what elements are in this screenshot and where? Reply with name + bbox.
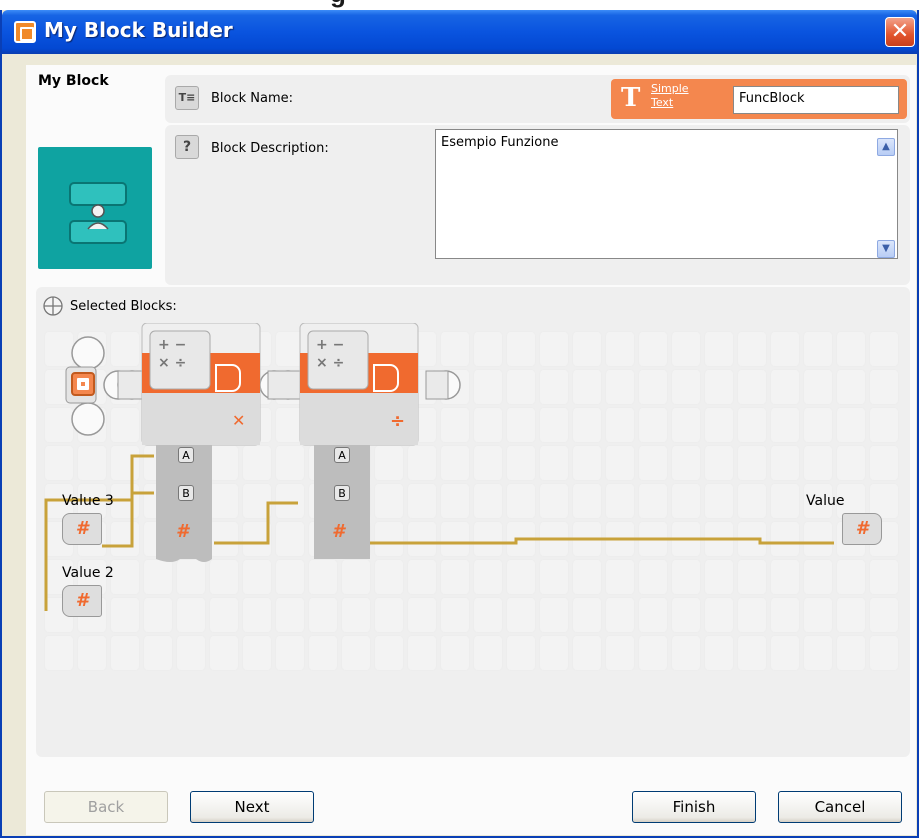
cutoff-page-heading: g bbox=[330, 0, 346, 9]
next-button[interactable]: Next bbox=[190, 791, 314, 823]
port-b-2[interactable]: B bbox=[334, 485, 350, 501]
selected-blocks-label: Selected Blocks: bbox=[70, 299, 177, 314]
scroll-down-arrow-icon[interactable]: ▼ bbox=[877, 240, 895, 258]
simple-text-link-line1: Simple bbox=[651, 82, 689, 95]
close-button[interactable]: ✕ bbox=[885, 17, 915, 47]
value-2-block[interactable]: # bbox=[62, 585, 102, 617]
start-block bbox=[71, 372, 95, 396]
my-block-preview bbox=[38, 147, 152, 269]
scroll-up-arrow-icon[interactable]: ▲ bbox=[877, 138, 895, 156]
block-name-input[interactable]: FuncBlock bbox=[733, 86, 899, 114]
value-2-label: Value 2 bbox=[62, 565, 114, 581]
math1-bottom-symbols: × ÷ bbox=[158, 355, 187, 371]
value-3-block[interactable]: # bbox=[62, 513, 102, 545]
block-name-panel: T≡ Block Name: T Simple Text FuncBlock bbox=[165, 75, 910, 123]
block-name-label: Block Name: bbox=[211, 91, 294, 106]
selected-blocks-panel: Selected Blocks: + − × ÷ ✕ + − × ÷ ÷ A B… bbox=[36, 287, 910, 757]
name-tag-icon: T≡ bbox=[175, 86, 199, 110]
cancel-button[interactable]: Cancel bbox=[778, 791, 902, 823]
simple-text-link-line2: Text bbox=[651, 96, 674, 109]
program-canvas[interactable]: + − × ÷ ✕ + − × ÷ ÷ A B # A B # Value 3 … bbox=[36, 323, 910, 755]
my-block-builder-window: My Block Builder ✕ My Block T≡ Block Nam… bbox=[0, 10, 919, 838]
port-b-1[interactable]: B bbox=[178, 485, 194, 501]
port-result-1[interactable]: # bbox=[176, 521, 189, 542]
dialog-content: My Block T≡ Block Name: T Simple Text Fu… bbox=[26, 65, 916, 835]
simple-text-selector: T Simple Text FuncBlock bbox=[611, 79, 907, 119]
port-a-2[interactable]: A bbox=[334, 447, 350, 463]
value-output-block[interactable]: # bbox=[842, 513, 882, 545]
port-result-2[interactable]: # bbox=[332, 521, 345, 542]
port-a-1[interactable]: A bbox=[178, 447, 194, 463]
block-description-label: Block Description: bbox=[211, 141, 329, 156]
divide-operator-icon: ÷ bbox=[390, 411, 406, 432]
math2-bottom-symbols: × ÷ bbox=[316, 355, 345, 371]
simple-text-link[interactable]: Simple Text bbox=[651, 82, 689, 110]
math1-top-symbols: + − bbox=[158, 337, 187, 353]
multiply-operator-icon: ✕ bbox=[232, 411, 246, 430]
my-block-icon bbox=[69, 182, 127, 244]
my-block-heading: My Block bbox=[38, 73, 109, 89]
my-block-window-icon bbox=[14, 21, 36, 43]
question-mark-icon: ? bbox=[175, 135, 199, 159]
value-3-label: Value 3 bbox=[62, 493, 114, 509]
crosshair-icon bbox=[43, 296, 63, 316]
block-description-textarea[interactable]: Esempio Funzione bbox=[435, 129, 898, 259]
block-diagram bbox=[44, 323, 834, 611]
finish-button[interactable]: Finish bbox=[632, 791, 756, 823]
back-button[interactable]: Back bbox=[44, 791, 168, 823]
math2-top-symbols: + − bbox=[316, 337, 345, 353]
value-output-label: Value bbox=[806, 493, 845, 509]
simple-text-icon: T bbox=[621, 83, 641, 113]
block-description-panel: ? Block Description: Esempio Funzione ▲ … bbox=[165, 125, 910, 285]
title-bar: My Block Builder ✕ bbox=[2, 10, 917, 54]
window-title: My Block Builder bbox=[44, 18, 233, 42]
